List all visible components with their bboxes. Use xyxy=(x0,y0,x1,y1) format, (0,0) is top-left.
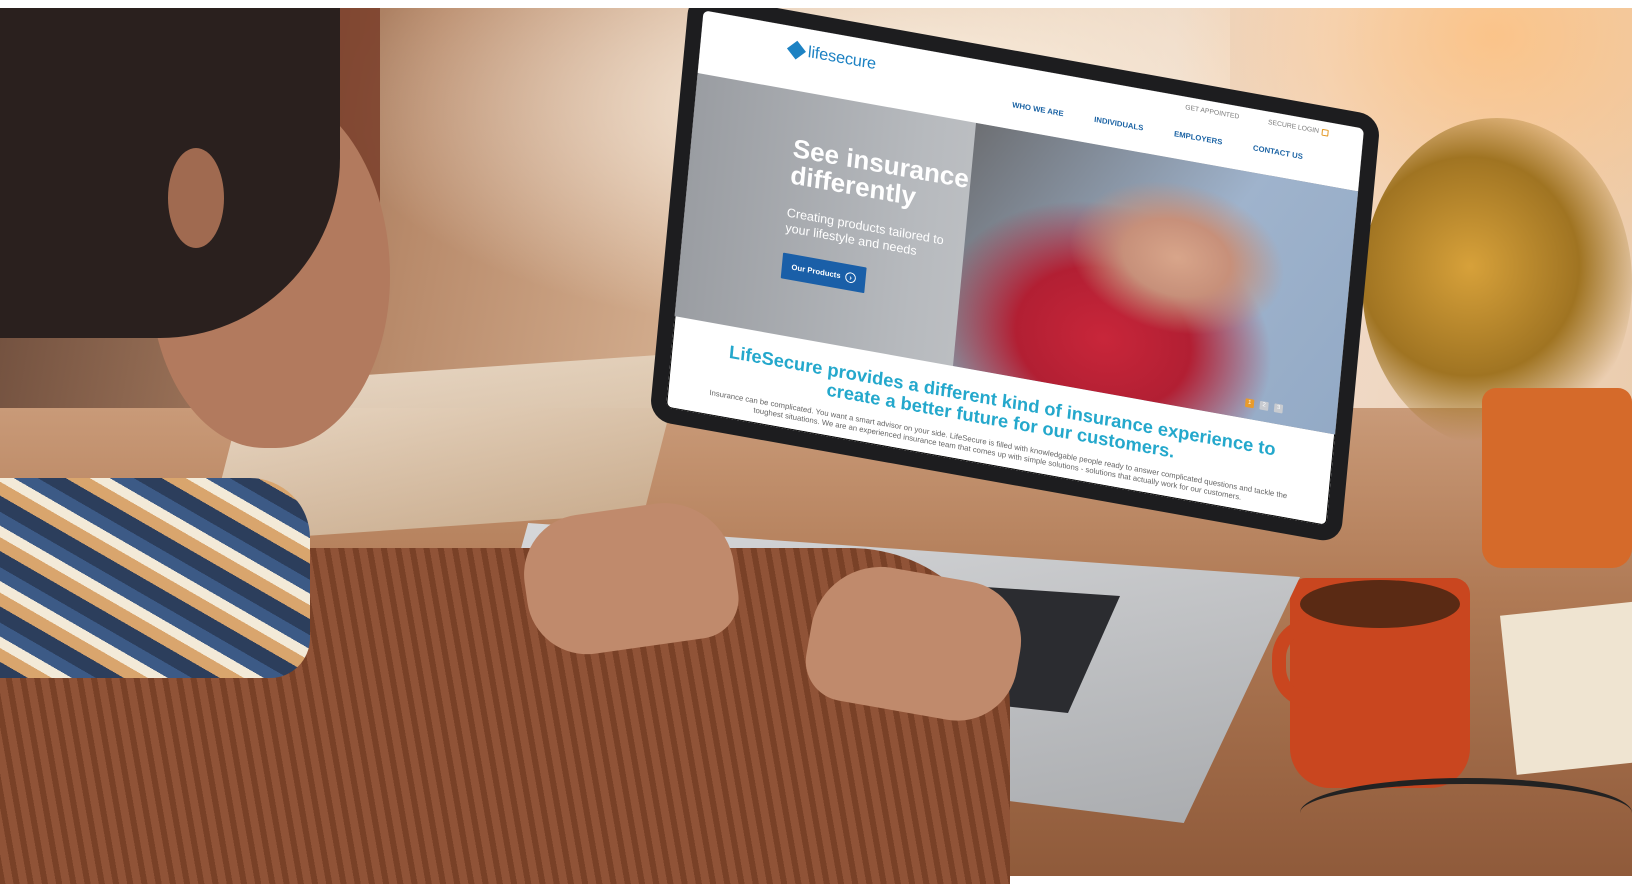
our-products-label: Our Products xyxy=(791,262,841,281)
our-products-button[interactable]: Our Products › xyxy=(780,252,867,294)
woman-at-laptop xyxy=(0,8,1031,884)
paper-card xyxy=(1500,601,1632,775)
nav-individuals[interactable]: INDIVIDUALS xyxy=(1094,115,1144,132)
nav-employers[interactable]: EMPLOYERS xyxy=(1174,129,1223,146)
logo-text: lifesecure xyxy=(807,42,877,73)
get-appointed-link[interactable]: GET APPOINTED xyxy=(1185,104,1240,120)
coffee-surface xyxy=(1300,580,1460,628)
woman-ear xyxy=(168,148,224,248)
nav-who-we-are[interactable]: WHO WE ARE xyxy=(1012,100,1064,118)
site-logo[interactable]: lifesecure xyxy=(786,39,877,73)
secure-login-link[interactable]: SECURE LOGIN xyxy=(1267,119,1329,137)
left-hand xyxy=(516,494,744,662)
slide-dot-2[interactable]: 2 xyxy=(1259,400,1269,411)
plant-pot xyxy=(1482,388,1632,568)
utility-nav: GET APPOINTED SECURE LOGIN xyxy=(1185,104,1329,137)
laptop-cable xyxy=(1300,778,1632,848)
slide-dot-1[interactable]: 1 xyxy=(1244,398,1255,409)
logo-diamond-icon xyxy=(786,40,806,60)
arrow-right-icon: › xyxy=(844,271,857,284)
patterned-scarf xyxy=(0,478,310,678)
secure-login-label: SECURE LOGIN xyxy=(1267,119,1320,135)
slide-dot-3[interactable]: 3 xyxy=(1273,403,1284,414)
nav-contact-us[interactable]: CONTACT US xyxy=(1253,144,1304,161)
lock-icon xyxy=(1321,128,1329,137)
